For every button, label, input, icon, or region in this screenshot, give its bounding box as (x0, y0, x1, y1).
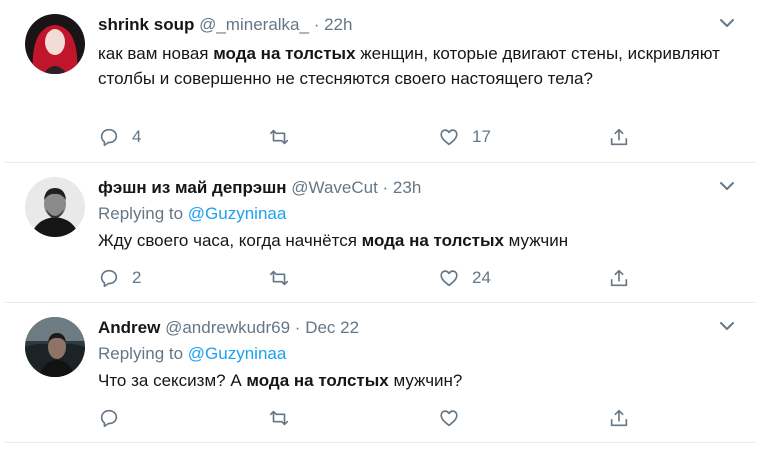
retweet-icon (269, 410, 289, 426)
chevron-down-icon[interactable] (718, 179, 736, 193)
share-icon (610, 128, 628, 146)
tweet-header: Andrew @andrewkudr69 · Dec 22 (98, 317, 359, 339)
reply-button[interactable]: 2 (98, 265, 141, 291)
replying-to-label: Replying to (98, 344, 188, 363)
tweet-text: как вам новая мода на толстых женщин, ко… (98, 41, 738, 91)
retweet-button[interactable] (268, 265, 302, 291)
retweet-icon (269, 129, 289, 145)
tweet-actions: 4 17 (98, 124, 638, 150)
reply-count: 2 (132, 268, 142, 287)
avatar[interactable] (25, 177, 85, 237)
retweet-button[interactable] (268, 124, 302, 150)
mention-link[interactable]: @Guzyninaa (188, 344, 287, 363)
highlighted-text: мода на толстых (361, 231, 504, 250)
tweet-text: Жду своего часа, когда начнётся мода на … (98, 230, 738, 252)
mention-link[interactable]: @Guzyninaa (188, 204, 287, 223)
user-handle[interactable]: @andrewkudr69 (165, 318, 290, 337)
display-name[interactable]: shrink soup (98, 15, 194, 34)
tweet-text: Что за сексизм? А мода на толстых мужчин… (98, 370, 738, 392)
reply-icon (100, 269, 118, 288)
share-button[interactable] (608, 265, 630, 291)
share-button[interactable] (608, 405, 630, 431)
timestamp[interactable]: Dec 22 (305, 318, 359, 337)
avatar[interactable] (25, 317, 85, 377)
text-segment: Жду своего часа, когда начнётся (98, 231, 362, 250)
tweet-actions (98, 405, 638, 431)
replying-to: Replying to @Guzyninaa (98, 343, 286, 365)
timestamp[interactable]: 23h (393, 178, 421, 197)
text-segment: мужчин (503, 231, 569, 250)
reply-count: 4 (132, 127, 142, 146)
share-icon (610, 269, 628, 287)
chevron-down-icon[interactable] (718, 319, 736, 333)
text-segment: как вам новая (98, 44, 214, 63)
text-segment: мужчин? (388, 371, 463, 390)
chevron-down-icon[interactable] (718, 16, 736, 30)
tweet-feed: shrink soup @_mineralka_ · 22h как вам н… (0, 0, 761, 452)
reply-icon (100, 409, 118, 428)
highlighted-text: мода на толстых (246, 371, 389, 390)
like-count: 17 (472, 127, 491, 146)
user-handle[interactable]: @WaveCut (291, 178, 378, 197)
tweet-header: shrink soup @_mineralka_ · 22h (98, 14, 352, 36)
tweet-actions: 2 24 (98, 265, 638, 291)
like-icon (440, 410, 458, 427)
like-icon (440, 129, 458, 146)
share-button[interactable] (608, 124, 630, 150)
avatar[interactable] (25, 14, 85, 74)
text-segment: Что за сексизм? А (98, 371, 247, 390)
reply-icon (100, 128, 118, 147)
tweet[interactable]: shrink soup @_mineralka_ · 22h как вам н… (5, 0, 756, 163)
like-button[interactable] (438, 405, 472, 431)
tweet[interactable]: фэшн из май депрэшн @WaveCut · 23h Reply… (5, 163, 756, 303)
tweet[interactable]: Andrew @andrewkudr69 · Dec 22 Replying t… (5, 303, 756, 443)
reply-button[interactable]: 4 (98, 124, 141, 150)
user-handle[interactable]: @_mineralka_ (199, 15, 309, 34)
display-name[interactable]: фэшн из май депрэшн (98, 178, 287, 197)
separator-dot: · (308, 15, 325, 34)
like-icon (440, 270, 458, 287)
highlighted-text: мода на толстых (213, 44, 356, 63)
like-button[interactable]: 24 (438, 265, 491, 291)
separator-dot: · (290, 318, 306, 337)
retweet-button[interactable] (268, 405, 302, 431)
timestamp[interactable]: 22h (324, 15, 352, 34)
replying-to-label: Replying to (98, 204, 188, 223)
replying-to: Replying to @Guzyninaa (98, 203, 286, 225)
separator-dot: · (377, 178, 393, 197)
display-name[interactable]: Andrew (98, 318, 160, 337)
share-icon (610, 409, 628, 427)
like-button[interactable]: 17 (438, 124, 491, 150)
retweet-icon (269, 270, 289, 286)
reply-button[interactable] (98, 405, 132, 431)
like-count: 24 (472, 268, 491, 287)
tweet-header: фэшн из май депрэшн @WaveCut · 23h (98, 177, 421, 199)
